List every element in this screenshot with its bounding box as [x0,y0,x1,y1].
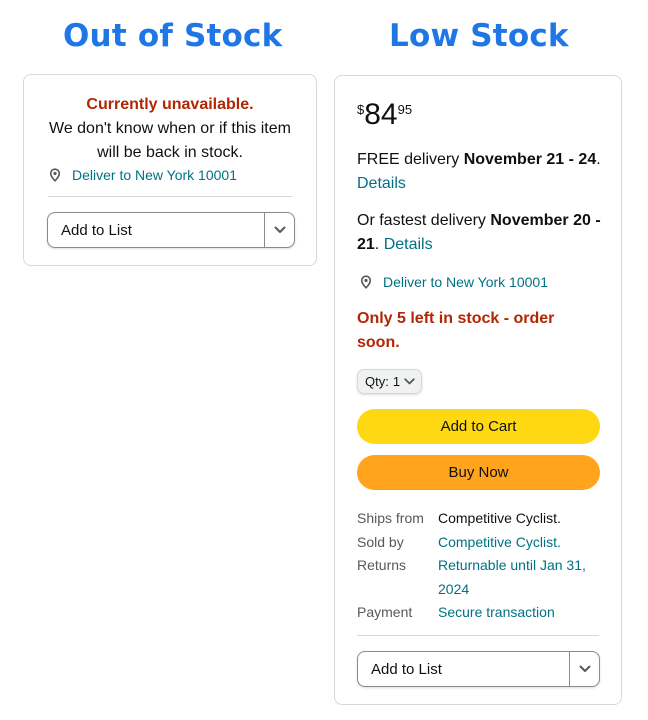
returns-link[interactable]: Returnable until Jan 31, 2024 [438,554,607,601]
out-of-stock-buybox: Currently unavailable. We don't know whe… [23,74,317,266]
price-symbol: $ [357,102,365,117]
add-to-list-label: Add to List [61,221,132,239]
low-stock-buybox: $ 84 95 FREE delivery November 21 - 24. … [334,75,622,705]
payment-link[interactable]: Secure transaction [438,601,607,625]
sold-by-row: Sold by Competitive Cyclist. [357,531,607,555]
free-delivery-details-link[interactable]: Details [357,175,406,192]
unavailable-title: Currently unavailable. [86,96,254,113]
low-stock-heading: Low Stock [389,18,569,54]
price-whole: 84 [364,98,398,131]
sold-by-label: Sold by [357,533,404,550]
fastest-delivery-suffix: . [374,236,384,253]
unavailable-message: We don't know when or if this item will … [49,120,291,161]
divider [357,635,599,636]
deliver-to-text: Deliver to New York 10001 [72,167,237,183]
returns-label: Returns [357,557,407,573]
free-delivery-prefix: FREE delivery [357,151,464,168]
returns-row: Returns Returnable until Jan 31, 2024 [357,554,607,601]
deliver-to-text: Deliver to New York 10001 [383,274,548,290]
list-dropdown-toggle[interactable] [264,213,294,247]
fastest-delivery-details-link[interactable]: Details [384,236,433,253]
out-of-stock-heading: Out of Stock [63,18,283,54]
deliver-to-link[interactable]: Deliver to New York 10001 [48,167,237,183]
fastest-delivery-info: Or fastest delivery November 20 - 21. De… [357,209,601,257]
ships-from-row: Ships from Competitive Cyclist. [357,507,607,531]
quantity-label: Qty: [365,374,389,389]
fastest-delivery-prefix: Or fastest delivery [357,212,491,229]
low-stock-message: Only 5 left in stock - order soon. [357,310,555,351]
chevron-down-icon [579,665,590,672]
list-dropdown-toggle[interactable] [569,652,599,686]
payment-label: Payment [357,604,413,620]
location-pin-icon [49,168,61,182]
sold-by-link[interactable]: Competitive Cyclist. [438,531,607,555]
price-fraction: 95 [397,102,413,117]
add-to-list-label: Add to List [371,660,442,678]
seller-info-table: Ships from Competitive Cyclist. Sold by … [357,507,607,625]
chevron-down-icon [274,226,285,233]
add-to-list-button[interactable]: Add to List [47,212,295,248]
location-pin-icon [360,275,372,289]
add-to-cart-button[interactable]: Add to Cart [357,409,600,444]
chevron-down-icon [404,378,415,385]
price: $ 84 95 [357,96,412,134]
buy-now-button[interactable]: Buy Now [357,455,600,490]
payment-row: Payment Secure transaction [357,601,607,625]
deliver-to-link[interactable]: Deliver to New York 10001 [359,274,548,290]
add-to-list-button[interactable]: Add to List [357,651,600,687]
ships-from-value: Competitive Cyclist. [438,510,561,526]
free-delivery-dates: November 21 - 24 [463,151,597,168]
quantity-value: 1 [392,374,401,389]
divider [48,196,292,197]
ships-from-label: Ships from [357,510,424,526]
free-delivery-suffix: . [596,151,601,168]
quantity-select[interactable]: Qty: 1 [357,369,423,394]
free-delivery-info: FREE delivery November 21 - 24. Details [357,148,601,196]
